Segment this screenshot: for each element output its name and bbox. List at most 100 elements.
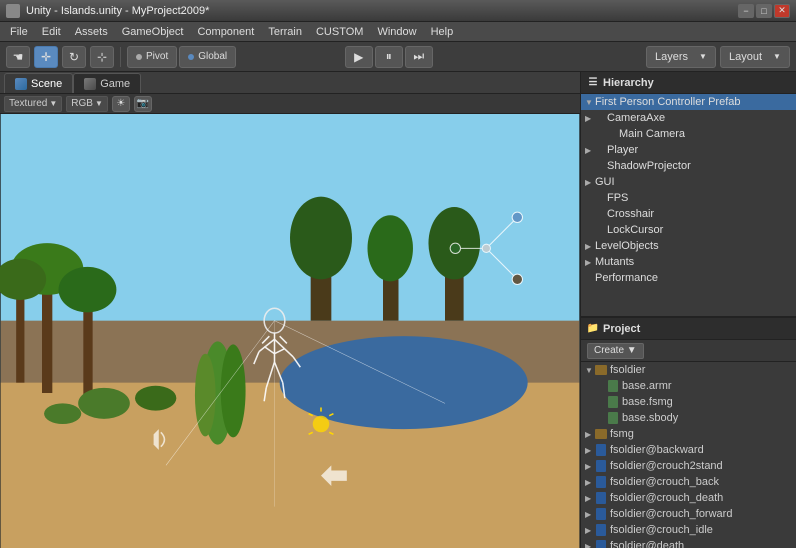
scene-tab-icon [15,78,27,90]
hand-tool-button[interactable]: ☚ [6,46,30,68]
layers-label: Layers [655,51,688,63]
proj-item-base-armr[interactable]: base.armr [581,378,796,394]
base-sbody-label: base.sbody [622,412,678,424]
performance-label: Performance [595,272,658,284]
project-list: ▼ fsoldier base.armr base.fsmg [581,362,796,548]
create-button[interactable]: Create ▼ [587,343,644,359]
crouch2stand-arrow-icon: ▶ [585,462,595,471]
hierarchy-item-performance[interactable]: Performance [581,270,796,286]
window-title: Unity - Islands.unity - MyProject2009* [26,5,209,17]
color-space-label: RGB [71,98,93,109]
scene-game-panel: Scene Game Textured ▼ RGB ▼ ☀ 📷 [0,72,581,548]
mutants-label: Mutants [595,256,634,268]
menu-assets[interactable]: Assets [69,23,114,41]
crouch-forward-file-icon [595,508,607,520]
close-button[interactable]: ✕ [774,4,790,18]
mutants-arrow-icon: ▶ [585,258,595,267]
move-tool-button[interactable]: ✛ [34,46,58,68]
crouch2stand-label: fsoldier@crouch2stand [610,460,723,472]
project-title: Project [603,323,640,335]
scene-svg [0,114,580,548]
create-label: Create ▼ [594,345,637,356]
window-controls[interactable]: − □ ✕ [738,4,790,18]
color-space-arrow-icon: ▼ [95,99,103,108]
maximize-button[interactable]: □ [756,4,772,18]
base-armr-file-icon [607,380,619,392]
menu-terrain[interactable]: Terrain [262,23,308,41]
color-space-dropdown[interactable]: RGB ▼ [66,96,108,112]
hierarchy-header: ☰ Hierarchy [581,72,796,94]
hierarchy-item-lockcursor[interactable]: LockCursor [581,222,796,238]
proj-item-crouch2stand[interactable]: ▶ fsoldier@crouch2stand [581,458,796,474]
pivot-global-group: Pivot Global [127,46,236,68]
menu-custom[interactable]: CUSTOM [310,23,369,41]
scene-tab[interactable]: Scene [4,73,73,93]
crouch-death-arrow-icon: ▶ [585,494,595,503]
hierarchy-item-player[interactable]: ▶ Player [581,142,796,158]
sun-icon-button[interactable]: ☀ [112,96,130,112]
camera-gizmo-button[interactable]: 📷 [134,96,152,112]
proj-item-base-sbody[interactable]: base.sbody [581,410,796,426]
game-tab-label: Game [100,78,130,90]
step-button[interactable]: ⏭ [405,46,433,68]
hierarchy-item-shadowprojector[interactable]: ShadowProjector [581,158,796,174]
minimize-button[interactable]: − [738,4,754,18]
global-button[interactable]: Global [179,46,236,68]
app-icon [6,4,20,18]
backward-label: fsoldier@backward [610,444,704,456]
base-fsmg-label: base.fsmg [622,396,673,408]
shading-arrow-icon: ▼ [49,99,57,108]
menu-help[interactable]: Help [425,23,460,41]
crouch-forward-arrow-icon: ▶ [585,510,595,519]
toolbar-separator-1 [120,47,121,67]
gui-arrow-icon: ▶ [585,178,595,187]
hierarchy-icon: ☰ [587,77,599,89]
hierarchy-item-cameraaxe[interactable]: ▶ CameraAxe [581,110,796,126]
play-button[interactable]: ▶ [345,46,373,68]
shading-label: Textured [9,98,47,109]
menu-gameobject[interactable]: GameObject [116,23,190,41]
fsmg-arrow-icon: ▶ [585,430,595,439]
maincamera-label: Main Camera [619,128,685,140]
proj-item-fsmg[interactable]: ▶ fsmg [581,426,796,442]
proj-item-fsoldier[interactable]: ▼ fsoldier [581,362,796,378]
hierarchy-item-levelobjects[interactable]: ▶ LevelObjects [581,238,796,254]
proj-item-crouch-forward[interactable]: ▶ fsoldier@crouch_forward [581,506,796,522]
proj-item-crouch-idle[interactable]: ▶ fsoldier@crouch_idle [581,522,796,538]
layout-dropdown[interactable]: Layout ▼ [720,46,790,68]
layout-arrow-icon: ▼ [773,52,781,61]
proj-item-death[interactable]: ▶ fsoldier@death [581,538,796,548]
project-toolbar: Create ▼ [581,340,796,362]
shading-dropdown[interactable]: Textured ▼ [4,96,62,112]
crouch-forward-label: fsoldier@crouch_forward [610,508,732,520]
hierarchy-item-crosshair[interactable]: Crosshair [581,206,796,222]
base-fsmg-file-icon [607,396,619,408]
pause-button[interactable]: ⏸ [375,46,403,68]
rotate-tool-button[interactable]: ↻ [62,46,86,68]
hierarchy-item-mutants[interactable]: ▶ Mutants [581,254,796,270]
hierarchy-item-gui[interactable]: ▶ GUI [581,174,796,190]
hierarchy-item-maincamera[interactable]: Main Camera [581,126,796,142]
layers-dropdown[interactable]: Layers ▼ [646,46,716,68]
game-tab-icon [84,78,96,90]
menu-edit[interactable]: Edit [36,23,67,41]
proj-item-backward[interactable]: ▶ fsoldier@backward [581,442,796,458]
scale-tool-button[interactable]: ⊹ [90,46,114,68]
menu-file[interactable]: File [4,23,34,41]
hierarchy-item-fps[interactable]: FPS [581,190,796,206]
menu-component[interactable]: Component [191,23,260,41]
scene-viewport[interactable] [0,114,580,548]
scene-tab-bar: Scene Game [0,72,580,94]
game-tab[interactable]: Game [73,73,141,93]
hierarchy-title: Hierarchy [603,77,654,89]
proj-item-crouch-death[interactable]: ▶ fsoldier@crouch_death [581,490,796,506]
proj-item-crouch-back[interactable]: ▶ fsoldier@crouch_back [581,474,796,490]
crouch-back-arrow-icon: ▶ [585,478,595,487]
hierarchy-item-fpc[interactable]: ▼ First Person Controller Prefab [581,94,796,110]
shadow-label: ShadowProjector [607,160,691,172]
pivot-button[interactable]: Pivot [127,46,177,68]
scene-tab-label: Scene [31,78,62,90]
title-bar: Unity - Islands.unity - MyProject2009* −… [0,0,796,22]
menu-window[interactable]: Window [371,23,422,41]
proj-item-base-fsmg[interactable]: base.fsmg [581,394,796,410]
